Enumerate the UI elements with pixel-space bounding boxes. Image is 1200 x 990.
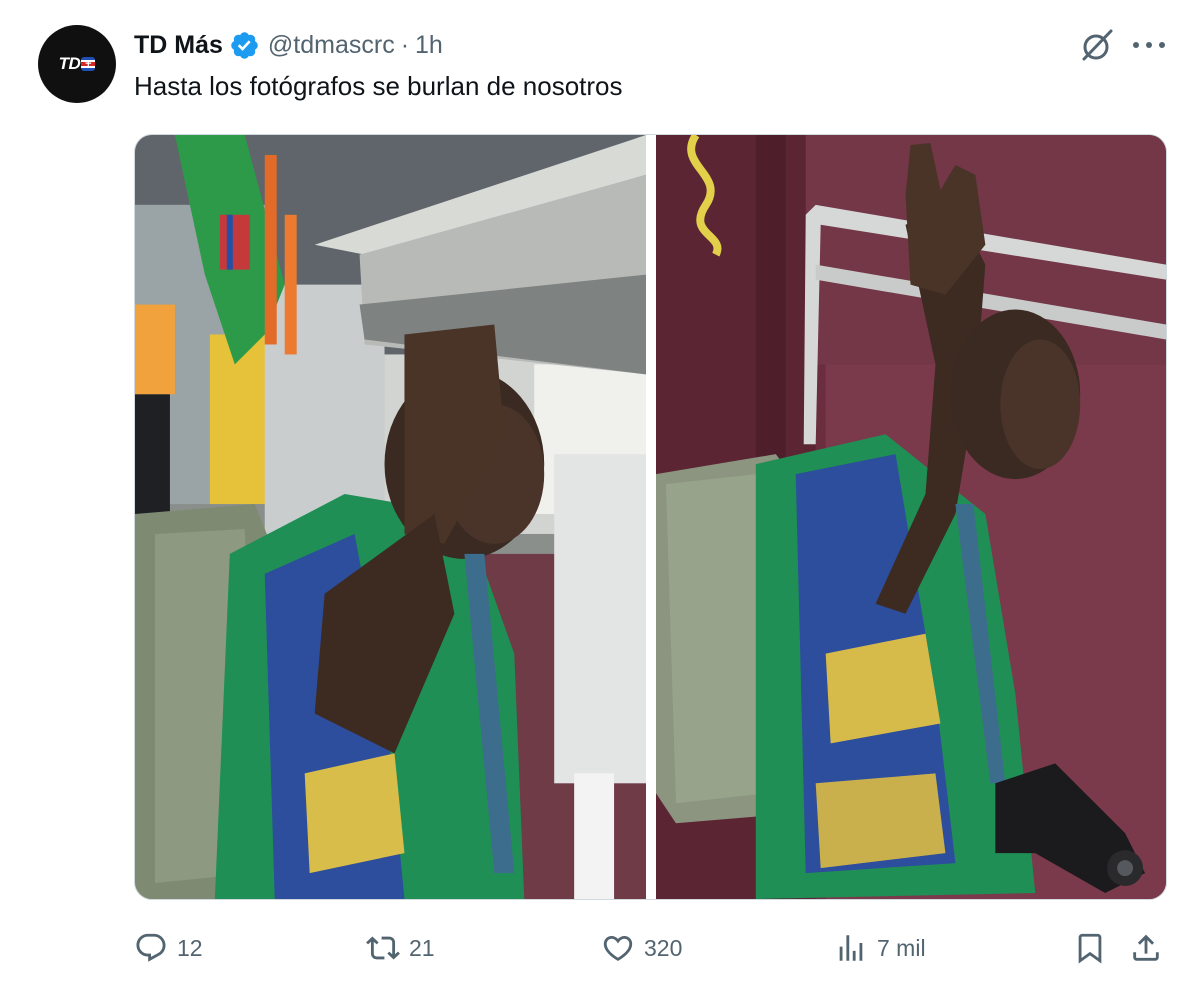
photo-left[interactable] (135, 135, 647, 899)
photo-left-image (135, 135, 647, 899)
reply-button[interactable]: 12 (134, 926, 203, 970)
repost-count: 21 (409, 934, 435, 961)
views-icon (839, 935, 863, 961)
more-dot (1146, 42, 1152, 48)
grok-icon[interactable] (1078, 26, 1116, 64)
action-bar: 12 21 320 7 mil (134, 926, 1167, 970)
more-dot (1133, 42, 1139, 48)
reply-count: 12 (177, 934, 203, 961)
td-mas-logo: TD + (59, 54, 96, 74)
share-icon (1133, 934, 1159, 961)
views-button[interactable]: 7 mil (834, 926, 926, 970)
avatar-logo-text: TD (58, 54, 81, 73)
share-button[interactable] (1129, 926, 1163, 970)
timestamp[interactable]: 1h (415, 31, 443, 60)
repost-button[interactable]: 21 (366, 926, 435, 970)
photo-right[interactable] (656, 135, 1166, 899)
like-count: 320 (644, 934, 683, 961)
tweet-text: Hasta los fotógrafos se burlan de nosotr… (134, 71, 623, 101)
repost-icon (366, 936, 400, 960)
avatar[interactable]: TD + (38, 25, 116, 103)
author-handle[interactable]: @tdmascrc (268, 31, 395, 60)
bookmark-button[interactable] (1073, 926, 1107, 970)
more-dot (1159, 42, 1165, 48)
media-grid (134, 134, 1167, 900)
tweet-header: TD Más @tdmascrc · 1h (134, 27, 443, 63)
author-name[interactable]: TD Más (134, 31, 223, 60)
separator-dot: · (400, 30, 410, 59)
more-icon[interactable] (1133, 30, 1165, 60)
tweet-card[interactable]: TD + TD Más @tdmascrc · 1h Hasta los fot… (0, 0, 1200, 990)
views-count: 7 mil (877, 934, 926, 961)
reply-icon (136, 933, 166, 962)
photo-right-image (656, 135, 1166, 899)
bookmark-icon (1078, 933, 1102, 964)
like-button[interactable]: 320 (601, 926, 682, 970)
avatar-logo-flag: + (81, 57, 96, 71)
like-icon (603, 935, 633, 961)
verified-badge-icon[interactable] (229, 30, 260, 61)
photo-gap (646, 135, 656, 899)
